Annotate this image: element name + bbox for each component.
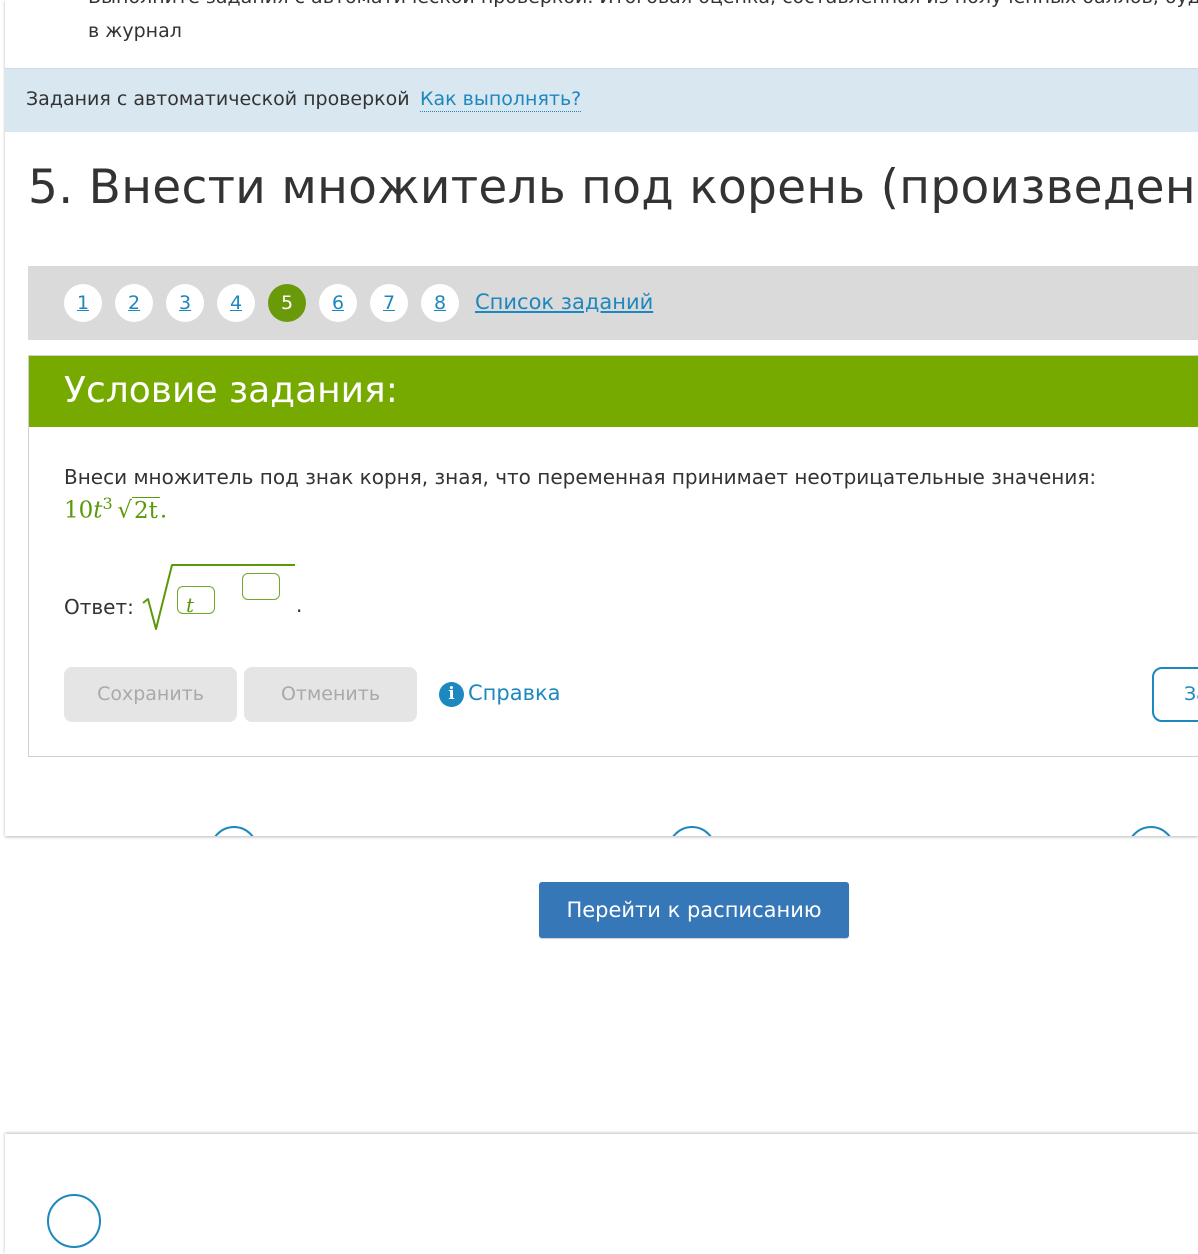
how-to-link[interactable]: Как выполнять? — [420, 88, 582, 112]
nav-circle-icon — [668, 826, 716, 836]
intro-line-2: в журнал — [88, 20, 182, 42]
answer-variable: t — [186, 593, 195, 617]
next-task-button[interactable]: Задание — [1152, 667, 1198, 722]
page-link-8[interactable]: 8 — [421, 284, 459, 322]
task-formula: 10t3 √2t. — [64, 494, 167, 524]
next-card — [5, 1134, 1198, 1254]
nav-circle-icon — [47, 1194, 101, 1248]
formula-coefficient: 10 — [64, 497, 94, 524]
task-card: Выполните задания с автоматической прове… — [5, 0, 1198, 836]
info-bar-label: Задания с автоматической проверкой — [26, 88, 410, 110]
page-link-7[interactable]: 7 — [370, 284, 408, 322]
answer-row: Ответ: t . — [64, 559, 464, 639]
page-link-4[interactable]: 4 — [217, 284, 255, 322]
exponent-input[interactable] — [242, 573, 280, 600]
task-pager: 1 2 3 4 5 6 7 8 Список заданий — [28, 266, 1198, 340]
help-link[interactable]: i Справка — [439, 681, 561, 709]
task-header: Условие задания: — [29, 356, 1198, 427]
page-link-5-current[interactable]: 5 — [268, 284, 306, 322]
nav-circle-icon — [1127, 826, 1175, 836]
formula-variable: t — [93, 497, 103, 524]
schedule-button[interactable]: Перейти к расписанию — [539, 882, 849, 938]
info-circle-icon: i — [439, 682, 464, 707]
info-bar: Задания с автоматической проверкой Как в… — [5, 68, 1198, 132]
formula-end: . — [159, 497, 168, 524]
save-button[interactable]: Сохранить — [64, 667, 237, 722]
help-label: Справка — [468, 681, 561, 705]
task-list-link[interactable]: Список заданий — [475, 290, 653, 314]
nav-circle-icon — [210, 826, 258, 836]
page-link-6[interactable]: 6 — [319, 284, 357, 322]
next-task-label: Задание — [1184, 683, 1198, 705]
task-header-title: Условие задания: — [64, 370, 398, 411]
page-link-3[interactable]: 3 — [166, 284, 204, 322]
answer-end: . — [296, 593, 303, 617]
answer-label: Ответ: — [64, 595, 134, 619]
task-condition-box: Условие задания: Внеси множитель под зна… — [28, 355, 1198, 757]
coefficient-input[interactable] — [177, 586, 215, 614]
sqrt-icon: √ — [117, 497, 132, 524]
intro-line-1: Выполните задания с автоматической прове… — [88, 0, 1198, 14]
formula-radicand: 2t — [131, 496, 160, 524]
formula-radicand-text: 2t — [133, 497, 158, 524]
formula-exponent: 3 — [102, 494, 113, 513]
cancel-button[interactable]: Отменить — [244, 667, 417, 722]
page-title: 5. Внести множитель под корень (произвед… — [28, 160, 1198, 215]
condition-text: Внеси множитель под знак корня, зная, чт… — [64, 465, 1097, 489]
intro-text: Выполните задания с автоматической прове… — [88, 0, 1198, 48]
page-link-2[interactable]: 2 — [115, 284, 153, 322]
page-link-1[interactable]: 1 — [64, 284, 102, 322]
